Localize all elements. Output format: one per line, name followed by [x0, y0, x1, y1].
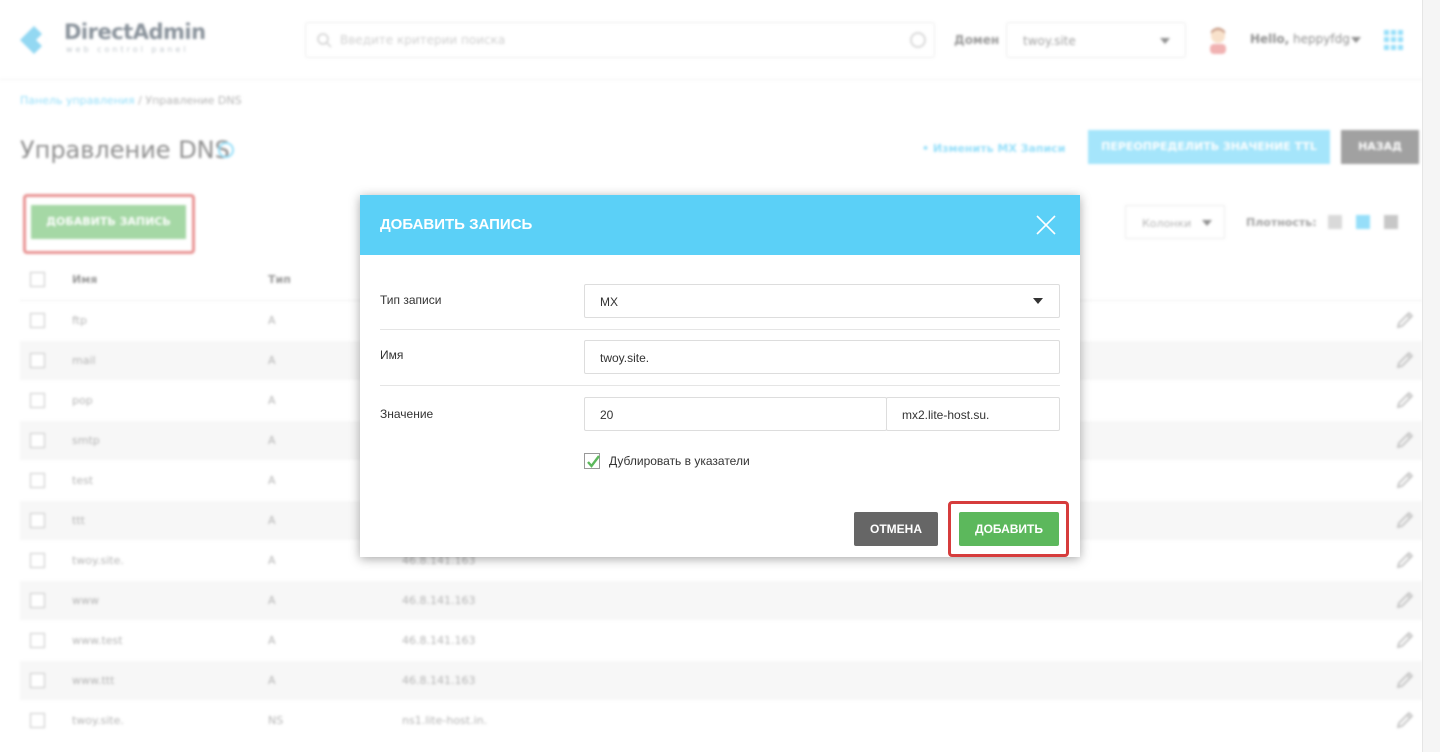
- name-row: Имя twoy.site.: [380, 330, 1060, 386]
- dialog-title: ДОБАВИТЬ ЗАПИСЬ: [380, 216, 533, 233]
- record-type-value: MX: [600, 295, 618, 309]
- record-type-select[interactable]: MX: [584, 284, 1060, 318]
- checkmark-icon: [587, 455, 600, 468]
- record-type-label: Тип записи: [380, 293, 442, 307]
- checkbox[interactable]: [584, 453, 600, 469]
- add-button-highlight: [948, 501, 1069, 557]
- value-row: Значение 20 mx2.lite-host.su.: [380, 386, 1060, 442]
- record-type-row: Тип записи MX: [380, 274, 1060, 330]
- mail-host-input[interactable]: mx2.lite-host.su.: [886, 397, 1060, 431]
- name-input-value: twoy.site.: [600, 351, 650, 365]
- duplicate-label: Дублировать в указатели: [609, 454, 750, 468]
- page-scrollbar[interactable]: [1422, 0, 1440, 752]
- dialog-header: ДОБАВИТЬ ЗАПИСЬ: [360, 195, 1080, 255]
- priority-input-value: 20: [600, 408, 614, 422]
- name-label: Имя: [380, 348, 404, 362]
- value-label: Значение: [380, 407, 434, 421]
- name-input[interactable]: twoy.site.: [584, 340, 1060, 374]
- priority-input[interactable]: 20: [584, 397, 887, 431]
- chevron-down-icon: [1033, 298, 1043, 304]
- cancel-button[interactable]: ОТМЕНА: [854, 512, 938, 546]
- mail-host-input-value: mx2.lite-host.su.: [902, 408, 990, 422]
- close-icon[interactable]: [1036, 215, 1056, 235]
